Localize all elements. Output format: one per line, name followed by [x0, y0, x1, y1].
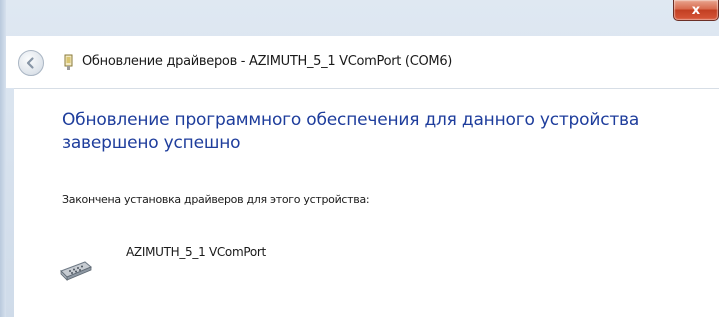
window-title: Обновление драйверов - AZIMUTH_5_1 VComP… — [82, 54, 453, 69]
close-icon: x — [691, 2, 701, 18]
device-name: AZIMUTH_5_1 VComPort — [126, 245, 266, 259]
page-title: Обновление программного обеспечения для … — [62, 110, 640, 153]
back-button[interactable] — [18, 50, 44, 76]
status-message: Закончена установка драйверов для этого … — [62, 193, 370, 206]
serial-port-icon — [60, 261, 92, 281]
back-arrow-icon — [26, 57, 34, 69]
close-button[interactable]: x — [673, 0, 719, 21]
dialog-content: Обновление программного обеспечения для … — [14, 88, 719, 317]
device-icon — [64, 54, 73, 70]
